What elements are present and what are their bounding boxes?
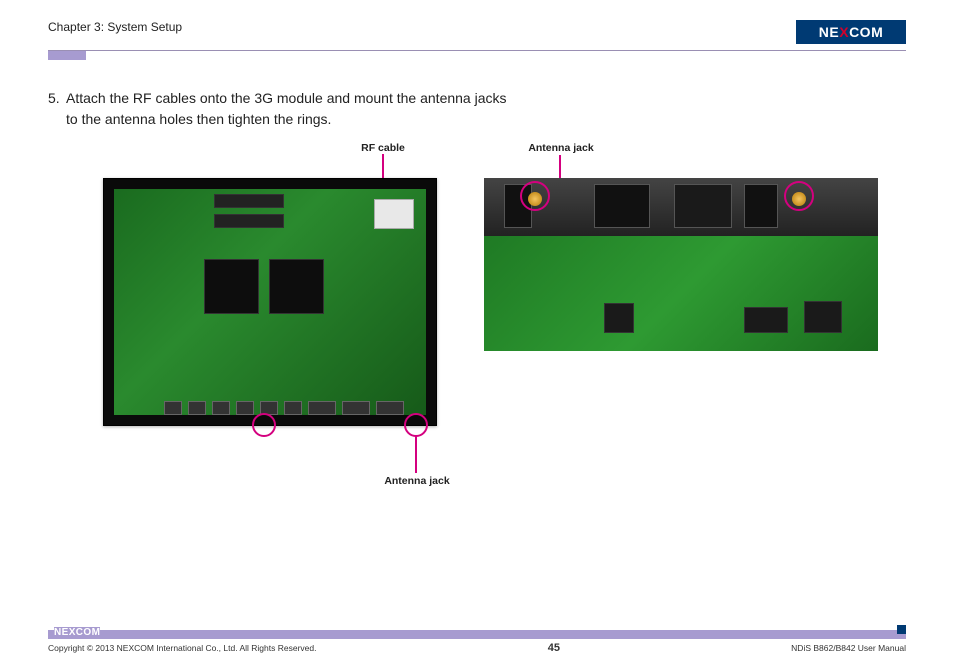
logo-text-post: COM: [849, 24, 883, 40]
callout-circle-rear-left: [520, 181, 550, 211]
callout-circle-antenna-bottom-left: [252, 413, 276, 437]
port: [212, 401, 230, 415]
label-antenna-jack-bottom: Antenna jack: [372, 475, 462, 487]
port: [236, 401, 254, 415]
brand-logo: NEXCOM: [796, 20, 906, 44]
copyright-text: Copyright © 2013 NEXCOM International Co…: [48, 643, 316, 653]
step-text-line1: Attach the RF cables onto the 3G module …: [66, 90, 507, 106]
page-footer: NEXCOM Copyright © 2013 NEXCOM Internati…: [48, 630, 906, 654]
rear-port: [744, 184, 778, 228]
logo-text-pre: NE: [819, 24, 839, 40]
rear-port: [674, 184, 732, 228]
port-wide: [342, 401, 370, 415]
chip-small: [804, 301, 842, 333]
instruction-step: 5. Attach the RF cables onto the 3G modu…: [48, 88, 906, 130]
rear-port: [594, 184, 650, 228]
footer-logo-x: X: [69, 627, 76, 638]
content-area: 5. Attach the RF cables onto the 3G modu…: [0, 60, 954, 142]
step-number: 5.: [48, 88, 66, 130]
slot-pcie-1: [214, 194, 284, 208]
chip-small: [604, 303, 634, 333]
slot-pcie-2: [214, 214, 284, 228]
header-accent-bar: [48, 51, 86, 60]
footer-logo-post: COM: [76, 627, 101, 638]
board-photo-top: [103, 178, 437, 426]
chip-cpu: [204, 259, 259, 314]
chip-small: [744, 307, 788, 333]
module-3g: [374, 199, 414, 229]
port: [188, 401, 206, 415]
footer-logo-pre: NE: [54, 627, 69, 638]
chip-heatsink: [269, 259, 324, 314]
manual-name: NDiS B862/B842 User Manual: [791, 643, 906, 653]
callout-circle-rear-right: [784, 181, 814, 211]
port: [284, 401, 302, 415]
step-text: Attach the RF cables onto the 3G module …: [66, 88, 507, 130]
pcb-area: [114, 189, 426, 415]
chapter-title: Chapter 3: System Setup: [48, 20, 182, 34]
port-wide: [376, 401, 404, 415]
step-text-line2: to the antenna holes then tighten the ri…: [66, 111, 331, 127]
footer-logo: NEXCOM: [54, 627, 100, 638]
page-header: Chapter 3: System Setup NEXCOM: [0, 0, 954, 50]
label-rf-cable: RF cable: [348, 142, 418, 154]
footer-bar: NEXCOM: [48, 630, 906, 639]
page-number: 45: [548, 642, 560, 654]
pcb-area-rear: [484, 236, 878, 351]
label-antenna-jack-top: Antenna jack: [516, 142, 606, 154]
front-ports: [164, 397, 406, 415]
logo-text-x: X: [839, 24, 849, 40]
callout-line-antenna-bottom: [415, 435, 417, 473]
port: [164, 401, 182, 415]
port-wide: [308, 401, 336, 415]
footer-line: Copyright © 2013 NEXCOM International Co…: [48, 642, 906, 654]
header-divider: [48, 50, 906, 51]
footer-square-icon: [897, 625, 906, 634]
callout-circle-antenna-bottom-right: [404, 413, 428, 437]
